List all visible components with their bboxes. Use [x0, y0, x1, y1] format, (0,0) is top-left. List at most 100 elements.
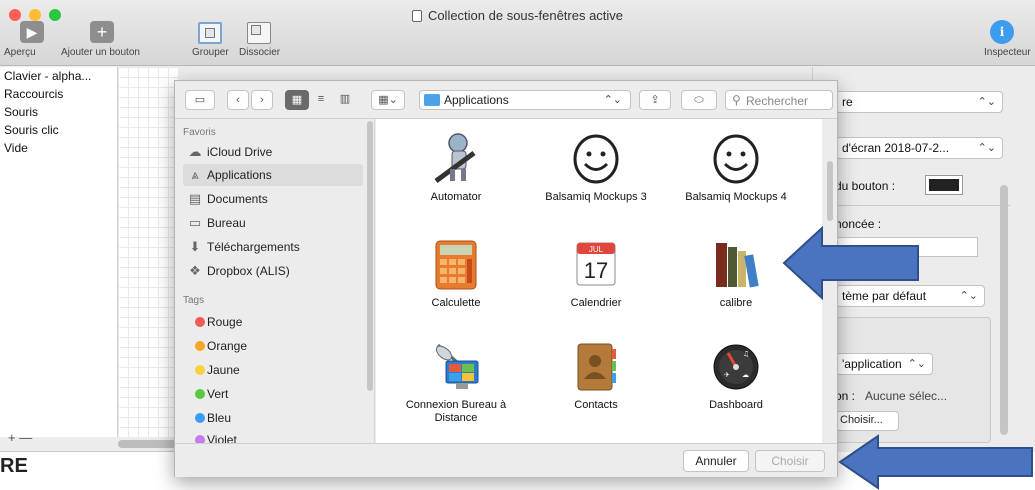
tag-dot-icon [195, 413, 205, 423]
info-icon: i [999, 25, 1005, 39]
tag-dot-icon [195, 389, 205, 399]
file-item-balsamiq-4[interactable]: Balsamiq Mockups 4 [671, 131, 801, 231]
horizontal-scrollbar[interactable] [118, 440, 178, 448]
svg-text:✈: ✈ [724, 371, 730, 379]
sidebar-item-label: Vert [207, 387, 229, 401]
file-name: Calendrier [570, 297, 622, 309]
back-button[interactable]: ‹ [227, 90, 249, 110]
sidebar-item-label: Applications [207, 168, 272, 182]
sidebar-item-label: Téléchargements [207, 240, 300, 254]
location-label: Applications [444, 93, 509, 107]
dropbox-icon: ❖ [189, 263, 201, 278]
file-item-connexion-bureau[interactable]: Connexion Bureau à Distance [391, 339, 521, 439]
tag-icon: ⬭ [694, 94, 704, 106]
applications-icon: ⩓ [191, 167, 199, 182]
color-well[interactable] [925, 175, 963, 195]
list-item[interactable]: Vide [4, 141, 28, 155]
sidebar-item-applications[interactable]: ⩓ Applications [183, 164, 363, 186]
calculator-icon [435, 240, 477, 290]
group-icon [205, 28, 215, 38]
file-browser: Automator Balsamiq Mockups 3 Balsamiq Mo… [376, 119, 822, 443]
sidebar-scrollbar[interactable] [367, 121, 373, 391]
chevron-updown-icon: ⌃⌄ [959, 290, 978, 302]
apercu-button[interactable]: ▶ [20, 21, 44, 43]
sidebar-toggle-button[interactable]: ▭ [185, 90, 215, 110]
file-item-balsamiq-3[interactable]: Balsamiq Mockups 3 [531, 131, 661, 231]
sidebar-item-documents[interactable]: ▤ Documents [183, 188, 363, 210]
file-item-automator[interactable]: Automator [391, 131, 521, 231]
plus-icon: + [96, 22, 108, 42]
annotation-arrow-choisir [838, 434, 1033, 490]
popup-value: d'écran 2018-07-2... [842, 141, 950, 155]
smiley-icon [713, 134, 759, 184]
add-button-label: Ajouter un bouton [61, 47, 140, 58]
inspector-popup-1[interactable]: re ⌃⌄ [835, 91, 1003, 113]
tag-dot-icon [195, 317, 205, 327]
inspector-popup-2[interactable]: d'écran 2018-07-2... ⌃⌄ [835, 137, 1003, 159]
stray-heading-text: RE [0, 455, 28, 477]
tag-button[interactable]: ⬭ [681, 90, 717, 110]
list-item[interactable]: Souris clic [4, 123, 59, 137]
choose-button[interactable]: Choisir [755, 450, 825, 472]
remote-desktop-icon [435, 343, 479, 389]
inspector-scrollbar[interactable] [1000, 185, 1008, 435]
search-field[interactable]: ⚲ Rechercher [725, 90, 833, 110]
tag-dot-icon [195, 341, 205, 351]
icon-view-button[interactable]: ▦ [285, 90, 309, 110]
choisir-file-button[interactable]: Choisir... [835, 411, 899, 431]
sidebar-item-telechargements[interactable]: ⬇ Téléchargements [183, 236, 363, 258]
download-icon: ⬇ [189, 239, 201, 254]
add-button[interactable]: + [90, 21, 114, 43]
sidebar-item-icloud-drive[interactable]: ☁ iCloud Drive [183, 141, 363, 163]
grouper-button[interactable] [198, 22, 222, 44]
dialog-sidebar: Favoris ☁ iCloud Drive ⩓ Applications ▤ Doc… [175, 119, 375, 443]
title-bar: Collection de sous-fenêtres active ▶ Ape… [0, 0, 1035, 66]
sidebar-tag-violet[interactable]: Violet [183, 429, 363, 443]
chevron-updown-icon: ⌃⌄ [603, 94, 622, 106]
sidebar-item-label: Bleu [207, 411, 232, 425]
share-icon: ⇪ [650, 94, 660, 106]
file-item-calendrier[interactable]: JUL 17 Calendrier [531, 237, 661, 327]
share-button[interactable]: ⇪ [639, 90, 671, 110]
file-item-dashboard[interactable]: ✈ ☁ ♫ Dashboard [671, 339, 801, 439]
sidebar-item-label: Rouge [207, 315, 243, 329]
sidebar-tag-jaune[interactable]: Jaune [183, 359, 363, 381]
calendar-day: 17 [584, 258, 608, 283]
list-view-button[interactable]: ≡ [309, 90, 333, 110]
chevron-left-icon: ‹ [236, 94, 240, 106]
svg-text:☁: ☁ [742, 371, 749, 379]
files-scrollbar[interactable] [827, 161, 833, 221]
cancel-button[interactable]: Annuler [683, 450, 749, 472]
window-title: Collection de sous-fenêtres active [0, 8, 1035, 23]
forward-button[interactable]: › [251, 90, 273, 110]
sidebar-item-bureau[interactable]: ▭ Bureau [183, 212, 363, 234]
file-name: Balsamiq Mockups 3 [545, 191, 647, 203]
list-item[interactable]: Clavier - alpha... [4, 69, 91, 83]
inspector-button[interactable]: i [990, 20, 1014, 44]
folder-icon [424, 94, 440, 106]
sidebar-tag-vert[interactable]: Vert [183, 383, 363, 405]
sidebar-item-dropbox[interactable]: ❖ Dropbox (ALIS) [183, 260, 363, 282]
sidebar-tag-rouge[interactable]: Rouge [183, 311, 363, 333]
sidebar-item-label: Bureau [207, 216, 246, 230]
file-name: Contacts [574, 399, 618, 411]
tags-heading: Tags [183, 295, 205, 306]
search-placeholder: Rechercher [746, 94, 809, 108]
dissocier-button[interactable] [247, 22, 271, 44]
cloud-icon: ☁ [188, 144, 202, 159]
sidebar-tag-orange[interactable]: Orange [183, 335, 363, 357]
sidebar-tag-bleu[interactable]: Bleu [183, 407, 363, 429]
list-item[interactable]: Souris [4, 105, 38, 119]
file-item-contacts[interactable]: Contacts [531, 339, 661, 439]
location-popup[interactable]: Applications ⌃⌄ [419, 90, 631, 110]
grid-canvas[interactable] [118, 67, 178, 437]
inspector-popup-4[interactable]: 'application ⌃⌄ [835, 353, 933, 375]
list-icon: ≡ [317, 93, 325, 105]
add-remove-controls[interactable]: + — [8, 430, 32, 445]
list-item[interactable]: Raccourcis [4, 87, 63, 101]
column-view-button[interactable]: ▥ [333, 90, 357, 110]
tag-dot-icon [195, 435, 205, 443]
sidebar-item-label: Dropbox (ALIS) [207, 264, 290, 278]
file-item-calculette[interactable]: Calculette [391, 237, 521, 327]
arrange-button[interactable]: ▦⌄ [371, 90, 405, 110]
